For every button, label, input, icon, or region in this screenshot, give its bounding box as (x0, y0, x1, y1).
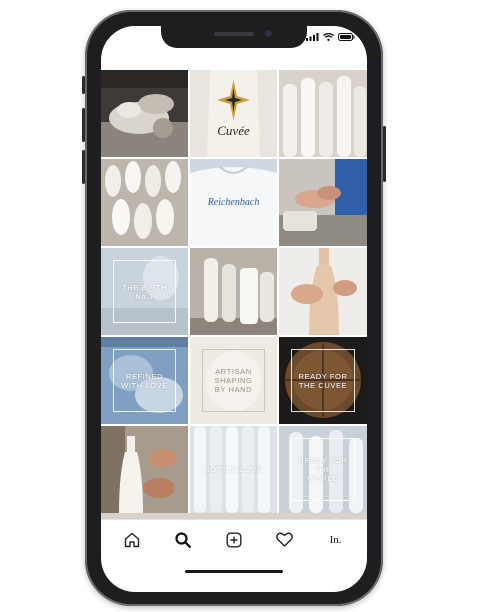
mute-switch (82, 76, 85, 94)
front-camera (265, 30, 272, 37)
post-white-bottles[interactable] (279, 70, 367, 157)
post-hands-washing[interactable] (279, 159, 367, 246)
bottle-love-wrap: BOTTLE LOVE (190, 426, 277, 513)
post-hand-bottle[interactable] (279, 248, 367, 335)
post-artisan-card[interactable]: ARTISAN SHAPING BY HAND (190, 337, 277, 424)
status-bar (306, 33, 355, 41)
bottle-shaping-image (101, 426, 188, 513)
plus-square-icon (226, 532, 242, 548)
tab-add[interactable] (220, 526, 248, 554)
phone-screen: Cuvée Reichenbach THE BIRTH No.1 REFINED… (101, 26, 367, 592)
speaker-grille (214, 32, 254, 36)
post-reichenbach-shirt[interactable]: Reichenbach (190, 159, 277, 246)
post-birth-card[interactable]: THE BIRTH No.1 (101, 248, 188, 335)
artisan-card-frame: ARTISAN SHAPING BY HAND (202, 349, 265, 412)
post-cuvee-bottle[interactable]: Cuvée (190, 70, 277, 157)
post-refined-card[interactable]: REFINED WITH LOVE (101, 337, 188, 424)
tab-home[interactable] (118, 526, 146, 554)
profile-photo-grid: Cuvée Reichenbach THE BIRTH No.1 REFINED… (101, 70, 367, 513)
heart-icon (276, 532, 294, 547)
birth-card-frame: THE BIRTH No.1 (113, 260, 176, 323)
hand-bottle-image (279, 248, 367, 335)
post-hands-flour[interactable] (101, 70, 188, 157)
bottom-tab-bar: In. (101, 519, 367, 559)
reichenbach-logo-wrap: Reichenbach (190, 159, 277, 246)
reichenbach-logo-text: Reichenbach (207, 197, 260, 208)
post-bottle-rows[interactable] (101, 159, 188, 246)
tab-activity[interactable] (271, 526, 299, 554)
profile-label: In. (329, 533, 342, 546)
power-button (383, 126, 386, 182)
birth-card-text: THE BIRTH No.1 (122, 282, 167, 301)
refined-card-frame: REFINED WITH LOVE (113, 349, 176, 412)
home-indicator[interactable] (185, 570, 283, 573)
artisan-card-text: ARTISAN SHAPING BY HAND (214, 367, 253, 394)
search-icon (175, 531, 192, 548)
world-card-frame: READY FOR THE WORLD (291, 438, 355, 501)
wifi-icon (323, 33, 334, 41)
battery-icon (338, 33, 355, 41)
world-card-text: READY FOR THE WORLD (298, 456, 348, 483)
volume-up-button (82, 108, 85, 142)
cuvee-card-text: READY FOR THE CUVEE (298, 371, 348, 390)
post-world-card[interactable]: READY FOR THE WORLD (279, 426, 367, 513)
white-bottles-image (279, 70, 367, 157)
hands-washing-image (279, 159, 367, 246)
tab-profile[interactable]: In. (322, 526, 350, 554)
home-icon (125, 532, 140, 547)
cuvee-label-wrap: Cuvée (190, 70, 277, 157)
bottle-love-text: BOTTLE LOVE (204, 465, 263, 474)
post-bottle-shaping[interactable] (101, 426, 188, 513)
signal-icon (306, 33, 319, 41)
bottles-workshop-image (190, 248, 277, 335)
volume-down-button (82, 150, 85, 184)
tab-search[interactable] (169, 526, 197, 554)
cuvee-label-text: Cuvée (217, 123, 250, 138)
post-bottle-love[interactable]: BOTTLE LOVE (190, 426, 277, 513)
hands-flour-image (101, 70, 188, 157)
bottle-rows-image (101, 159, 188, 246)
notch (161, 26, 307, 48)
refined-card-text: REFINED WITH LOVE (121, 371, 168, 390)
cuvee-card-frame: READY FOR THE CUVEE (291, 349, 355, 412)
post-bottles-workshop[interactable] (190, 248, 277, 335)
post-cuvee-card[interactable]: READY FOR THE CUVEE (279, 337, 367, 424)
